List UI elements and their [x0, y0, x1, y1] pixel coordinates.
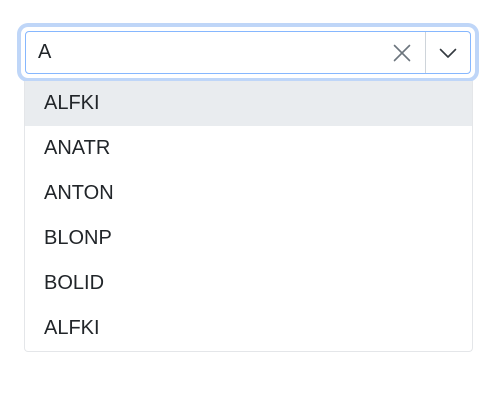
- dropdown-toggle-button[interactable]: [425, 32, 470, 73]
- dropdown-option[interactable]: ALFKI: [25, 81, 472, 126]
- combobox-field[interactable]: [25, 31, 471, 74]
- dropdown-list: ALFKI ANATR ANTON BLONP BOLID ALFKI: [24, 81, 473, 352]
- combobox-input[interactable]: [26, 32, 379, 73]
- dropdown-option[interactable]: BOLID: [25, 261, 472, 306]
- combobox[interactable]: [21, 27, 475, 78]
- close-icon: [393, 44, 411, 61]
- dropdown-option[interactable]: ALFKI: [25, 306, 472, 351]
- dropdown-option[interactable]: ANATR: [25, 126, 472, 171]
- dropdown-option[interactable]: ANTON: [25, 171, 472, 216]
- clear-button[interactable]: [379, 32, 425, 73]
- chevron-down-icon: [439, 48, 457, 58]
- dropdown-option[interactable]: BLONP: [25, 216, 472, 261]
